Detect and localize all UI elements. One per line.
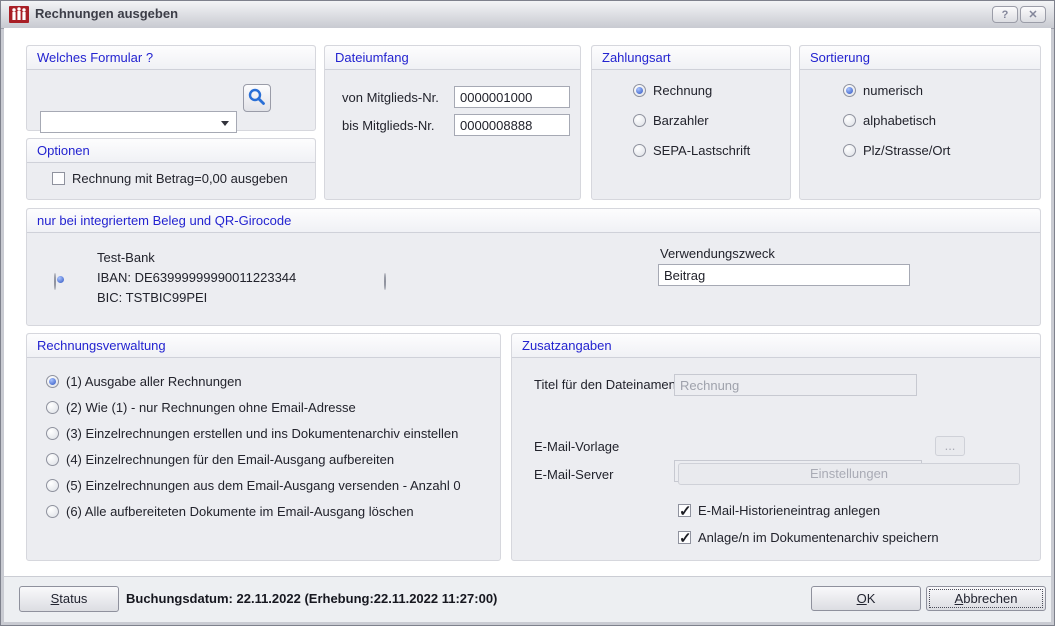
status-button-label: tatus [59, 591, 87, 606]
verwaltung-option-3: (3) Einzelrechnungen erstellen und ins D… [46, 426, 458, 440]
abbrechen-button[interactable]: Abbrechen [926, 586, 1046, 611]
email-historie-row: E-Mail-Historieneintrag anlegen [678, 503, 880, 517]
betrag-null-checkbox[interactable] [52, 172, 65, 185]
ok-button-label: K [867, 591, 876, 606]
einstellungen-button: Einstellungen [678, 463, 1020, 485]
von-mitglieds-nr-label: von Mitglieds-Nr. [342, 90, 439, 105]
group-optionen-title: Optionen [27, 139, 315, 163]
sortierung-option-plz: Plz/Strasse/Ort [843, 143, 950, 157]
email-historie-checkbox[interactable] [678, 504, 691, 517]
group-qr-girocode-title: nur bei integriertem Beleg und QR-Giroco… [27, 209, 1040, 233]
zahlungsart-option-barzahler: Barzahler [633, 113, 709, 127]
verwaltung-4-label: (4) Einzelrechnungen für den Email-Ausga… [66, 452, 394, 467]
verwaltung-option-1: (1) Ausgabe aller Rechnungen [46, 374, 242, 388]
verwaltung-option-6: (6) Alle aufbereiteten Dokumente im Emai… [46, 504, 414, 518]
group-zahlungsart-title: Zahlungsart [592, 46, 790, 70]
anlage-archiv-label: Anlage/n im Dokumentenarchiv speichern [698, 530, 939, 545]
plz-strasse-ort-label: Plz/Strasse/Ort [863, 143, 950, 158]
verwaltung-2-label: (2) Wie (1) - nur Rechnungen ohne Email-… [66, 400, 356, 415]
email-server-label: E-Mail-Server [534, 467, 613, 482]
alt-bank-radio[interactable] [384, 273, 386, 290]
verwaltung-option-4: (4) Einzelrechnungen für den Email-Ausga… [46, 452, 394, 466]
zahlungsart-option-sepa: SEPA-Lastschrift [633, 143, 750, 157]
help-button[interactable]: ? [992, 6, 1018, 23]
sepa-label: SEPA-Lastschrift [653, 143, 750, 158]
formular-search-button[interactable] [243, 84, 271, 112]
group-sortierung: Sortierung numerisch alphabetisch Plz/St… [799, 45, 1041, 200]
email-historie-label: E-Mail-Historieneintrag anlegen [698, 503, 880, 518]
abbrechen-button-accesskey: A [955, 591, 964, 606]
formular-combobox[interactable] [40, 111, 237, 133]
bis-mitglieds-nr-label: bis Mitglieds-Nr. [342, 118, 434, 133]
anlage-archiv-row: Anlage/n im Dokumentenarchiv speichern [678, 530, 939, 544]
search-icon [244, 85, 270, 111]
ok-button-accesskey: O [857, 591, 867, 606]
plz-strasse-ort-radio[interactable] [843, 144, 856, 157]
bank-bic: BIC: TSTBIC99PEI [97, 290, 207, 305]
verwaltung-option-2: (2) Wie (1) - nur Rechnungen ohne Email-… [46, 400, 356, 414]
group-sortierung-title: Sortierung [800, 46, 1040, 70]
window-title: Rechnungen ausgeben [35, 6, 178, 21]
anlage-archiv-checkbox[interactable] [678, 531, 691, 544]
title-bar: Rechnungen ausgeben ? ✕ [1, 1, 1054, 29]
verwaltung-option-5: (5) Einzelrechnungen aus dem Email-Ausga… [46, 478, 461, 492]
verwaltung-5-label: (5) Einzelrechnungen aus dem Email-Ausga… [66, 478, 461, 493]
group-dateiumfang-title: Dateiumfang [325, 46, 580, 70]
option-betrag-null-row: Rechnung mit Betrag=0,00 ausgeben [52, 171, 288, 185]
group-zusatzangaben: Zusatzangaben Titel für den Dateinamen E… [511, 333, 1041, 561]
verwaltung-3-radio[interactable] [46, 427, 59, 440]
email-vorlage-browse-button: ... [935, 436, 965, 456]
bank-name: Test-Bank [97, 250, 155, 265]
chevron-down-icon [221, 121, 229, 126]
verwaltung-1-radio[interactable] [46, 375, 59, 388]
sortierung-option-numerisch: numerisch [843, 83, 923, 97]
close-button[interactable]: ✕ [1020, 6, 1046, 23]
email-vorlage-label: E-Mail-Vorlage [534, 439, 619, 454]
titel-dateinamen-input [674, 374, 917, 396]
bis-mitglieds-nr-input[interactable] [454, 114, 570, 136]
alphabetisch-label: alphabetisch [863, 113, 936, 128]
group-optionen: Optionen Rechnung mit Betrag=0,00 ausgeb… [26, 138, 316, 200]
group-rechnungsverwaltung: Rechnungsverwaltung (1) Ausgabe aller Re… [26, 333, 501, 561]
status-button-accesskey: S [51, 591, 60, 606]
zahlungsart-option-rechnung: Rechnung [633, 83, 712, 97]
testbank-radio[interactable] [54, 273, 56, 290]
verwendungszweck-label: Verwendungszweck [660, 246, 775, 261]
alphabetisch-radio[interactable] [843, 114, 856, 127]
abbrechen-button-label: bbrechen [963, 591, 1017, 606]
group-welches-formular: Welches Formular ? [26, 45, 316, 131]
group-zusatzangaben-title: Zusatzangaben [512, 334, 1040, 358]
verwaltung-6-label: (6) Alle aufbereiteten Dokumente im Emai… [66, 504, 414, 519]
rechnung-label: Rechnung [653, 83, 712, 98]
sepa-radio[interactable] [633, 144, 646, 157]
verwaltung-5-radio[interactable] [46, 479, 59, 492]
group-zahlungsart: Zahlungsart Rechnung Barzahler SEPA-Last… [591, 45, 791, 200]
status-button[interactable]: Status [19, 586, 119, 612]
verwaltung-6-radio[interactable] [46, 505, 59, 518]
numerisch-label: numerisch [863, 83, 923, 98]
bank-iban: IBAN: DE63999999990011223344 [97, 270, 296, 285]
app-icon [9, 6, 29, 23]
barzahler-label: Barzahler [653, 113, 709, 128]
ok-button[interactable]: OK [811, 586, 921, 611]
verwendungszweck-input[interactable] [658, 264, 910, 286]
dialog-rechnungen-ausgeben: Rechnungen ausgeben ? ✕ Welches Formular… [0, 0, 1055, 626]
group-qr-girocode: nur bei integriertem Beleg und QR-Giroco… [26, 208, 1041, 326]
barzahler-radio[interactable] [633, 114, 646, 127]
betrag-null-label: Rechnung mit Betrag=0,00 ausgeben [72, 171, 288, 186]
group-welches-formular-title: Welches Formular ? [27, 46, 315, 70]
numerisch-radio[interactable] [843, 84, 856, 97]
verwaltung-1-label: (1) Ausgabe aller Rechnungen [66, 374, 242, 389]
buchungsdatum-text: Buchungsdatum: 22.11.2022 (Erhebung:22.1… [126, 591, 497, 606]
verwaltung-2-radio[interactable] [46, 401, 59, 414]
von-mitglieds-nr-input[interactable] [454, 86, 570, 108]
verwaltung-3-label: (3) Einzelrechnungen erstellen und ins D… [66, 426, 458, 441]
group-rechnungsverwaltung-title: Rechnungsverwaltung [27, 334, 500, 358]
group-dateiumfang: Dateiumfang von Mitglieds-Nr. bis Mitgli… [324, 45, 581, 200]
sortierung-option-alphabetisch: alphabetisch [843, 113, 936, 127]
verwaltung-4-radio[interactable] [46, 453, 59, 466]
titel-dateinamen-label: Titel für den Dateinamen [534, 377, 676, 392]
footer-bar: Status Buchungsdatum: 22.11.2022 (Erhebu… [4, 576, 1051, 622]
rechnung-radio[interactable] [633, 84, 646, 97]
